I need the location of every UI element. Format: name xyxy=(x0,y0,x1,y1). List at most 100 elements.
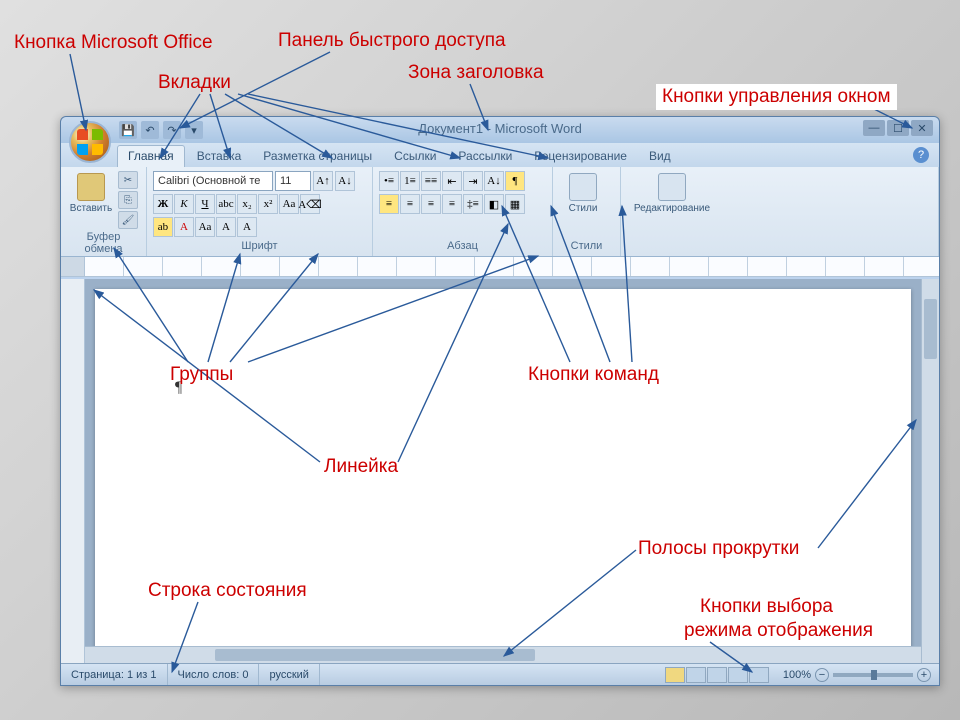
align-right-button[interactable]: ≡ xyxy=(421,194,441,214)
bold-button[interactable]: Ж xyxy=(153,194,173,214)
horizontal-ruler[interactable] xyxy=(85,257,939,276)
tab-page-layout[interactable]: Разметка страницы xyxy=(253,146,382,167)
increase-indent-button[interactable]: ⇥ xyxy=(463,171,483,191)
view-web-layout[interactable] xyxy=(707,667,727,683)
minimize-button[interactable]: — xyxy=(863,120,885,136)
title-bar: 💾 ↶ ↷ ▾ Документ1 - Microsoft Word — ☐ ✕ xyxy=(61,117,939,143)
annotation-status-bar: Строка состояния xyxy=(148,580,307,602)
annotation-title-zone: Зона заголовка xyxy=(408,62,544,84)
align-center-button[interactable]: ≡ xyxy=(400,194,420,214)
copy-icon[interactable]: ⎘ xyxy=(118,191,138,209)
status-language[interactable]: русский xyxy=(259,664,319,685)
maximize-button[interactable]: ☐ xyxy=(887,120,909,136)
borders-button[interactable]: ▦ xyxy=(505,194,525,214)
ribbon-tabs: Главная Вставка Разметка страницы Ссылки… xyxy=(61,143,939,167)
view-draft[interactable] xyxy=(749,667,769,683)
align-left-button[interactable]: ≡ xyxy=(379,194,399,214)
tab-mailings[interactable]: Рассылки xyxy=(448,146,522,167)
annotation-groups: Группы xyxy=(170,364,233,386)
annotation-view-buttons-line2: режима отображения xyxy=(684,620,873,642)
help-icon[interactable]: ? xyxy=(913,147,929,163)
shading-button[interactable]: ◧ xyxy=(484,194,504,214)
text-effects-button[interactable]: Aa xyxy=(195,217,215,237)
status-page[interactable]: Страница: 1 из 1 xyxy=(61,664,168,685)
subscript-button[interactable]: x₂ xyxy=(237,194,257,214)
superscript-button[interactable]: x² xyxy=(258,194,278,214)
format-painter-icon[interactable]: 🖌 xyxy=(118,211,138,229)
vertical-scrollbar[interactable] xyxy=(921,279,939,663)
sort-button[interactable]: A↓ xyxy=(484,171,504,191)
ruler-area xyxy=(61,257,939,277)
tab-view[interactable]: Вид xyxy=(639,146,681,167)
underline-button[interactable]: Ч xyxy=(195,194,215,214)
font-name-combo[interactable]: Calibri (Основной те xyxy=(153,171,273,191)
ribbon: Вставить ✂ ⎘ 🖌 Буфер обмена Calibri (Осн… xyxy=(61,167,939,257)
italic-button[interactable]: К xyxy=(174,194,194,214)
cut-icon[interactable]: ✂ xyxy=(118,171,138,189)
status-word-count[interactable]: Число слов: 0 xyxy=(168,664,260,685)
decrease-indent-button[interactable]: ⇤ xyxy=(442,171,462,191)
annotation-office-button: Кнопка Microsoft Office xyxy=(14,32,213,54)
show-marks-button[interactable]: ¶ xyxy=(505,171,525,191)
zoom-out-button[interactable]: − xyxy=(815,668,829,682)
char-border-button[interactable]: A xyxy=(216,217,236,237)
shrink-font-icon[interactable]: A↓ xyxy=(335,171,355,191)
hscroll-thumb[interactable] xyxy=(215,649,535,661)
vertical-ruler[interactable] xyxy=(61,279,85,663)
zoom-slider-thumb[interactable] xyxy=(871,670,877,680)
numbering-button[interactable]: 1≡ xyxy=(400,171,420,191)
vscroll-thumb[interactable] xyxy=(924,299,937,359)
grow-font-icon[interactable]: A↑ xyxy=(313,171,333,191)
group-clipboard: Вставить ✂ ⎘ 🖌 Буфер обмена xyxy=(61,167,147,256)
horizontal-scrollbar[interactable] xyxy=(85,646,921,663)
ruler-toggle[interactable] xyxy=(61,257,85,276)
window-title: Документ1 - Microsoft Word xyxy=(61,121,939,136)
group-paragraph-label: Абзац xyxy=(379,238,546,254)
group-editing-label xyxy=(627,250,932,254)
group-font: Calibri (Основной те 11 A↑ A↓ Ж К Ч abc … xyxy=(147,167,373,256)
group-clipboard-label: Буфер обмена xyxy=(67,229,140,257)
paste-icon xyxy=(77,173,105,201)
styles-button[interactable]: Стили xyxy=(559,171,607,216)
window-control-buttons: — ☐ ✕ xyxy=(863,120,933,136)
font-size-combo[interactable]: 11 xyxy=(275,171,311,191)
justify-button[interactable]: ≡ xyxy=(442,194,462,214)
annotation-command-buttons: Кнопки команд xyxy=(528,364,659,386)
paste-button[interactable]: Вставить xyxy=(67,171,115,216)
change-case-button[interactable]: Aa xyxy=(279,194,299,214)
view-print-layout[interactable] xyxy=(665,667,685,683)
office-logo-icon xyxy=(77,129,103,155)
line-spacing-button[interactable]: ‡≡ xyxy=(463,194,483,214)
tab-review[interactable]: Рецензирование xyxy=(524,146,637,167)
highlight-button[interactable]: ab xyxy=(153,217,173,237)
status-bar: Страница: 1 из 1 Число слов: 0 русский 1… xyxy=(61,663,939,685)
annotation-scrollbars: Полосы прокрутки xyxy=(638,538,799,560)
multilevel-button[interactable]: ≡≡ xyxy=(421,171,441,191)
styles-label: Стили xyxy=(569,203,598,214)
group-styles: Стили Стили xyxy=(553,167,621,256)
editing-label: Редактирование xyxy=(634,203,710,214)
clear-formatting-icon[interactable]: A⌫ xyxy=(300,194,320,214)
view-outline[interactable] xyxy=(728,667,748,683)
zoom-in-button[interactable]: + xyxy=(917,668,931,682)
bullets-button[interactable]: •≡ xyxy=(379,171,399,191)
tab-insert[interactable]: Вставка xyxy=(187,146,252,167)
view-full-screen[interactable] xyxy=(686,667,706,683)
zoom-control: 100% − + xyxy=(775,668,939,682)
annotation-ruler: Линейка xyxy=(324,456,398,478)
annotation-view-buttons-line1: Кнопки выбора xyxy=(700,596,833,618)
zoom-slider[interactable] xyxy=(833,673,913,677)
group-styles-label: Стили xyxy=(559,238,614,254)
close-button[interactable]: ✕ xyxy=(911,120,933,136)
office-button[interactable] xyxy=(69,121,111,163)
tab-home[interactable]: Главная xyxy=(117,145,185,167)
char-shading-button[interactable]: A xyxy=(237,217,257,237)
font-color-button[interactable]: A xyxy=(174,217,194,237)
view-mode-buttons xyxy=(659,667,775,683)
editing-button[interactable]: Редактирование xyxy=(627,171,717,216)
tab-references[interactable]: Ссылки xyxy=(384,146,446,167)
strike-button[interactable]: abc xyxy=(216,194,236,214)
group-paragraph: •≡ 1≡ ≡≡ ⇤ ⇥ A↓ ¶ ≡ ≡ ≡ ≡ ‡≡ ◧ ▦ xyxy=(373,167,553,256)
zoom-value[interactable]: 100% xyxy=(783,669,811,681)
styles-icon xyxy=(569,173,597,201)
